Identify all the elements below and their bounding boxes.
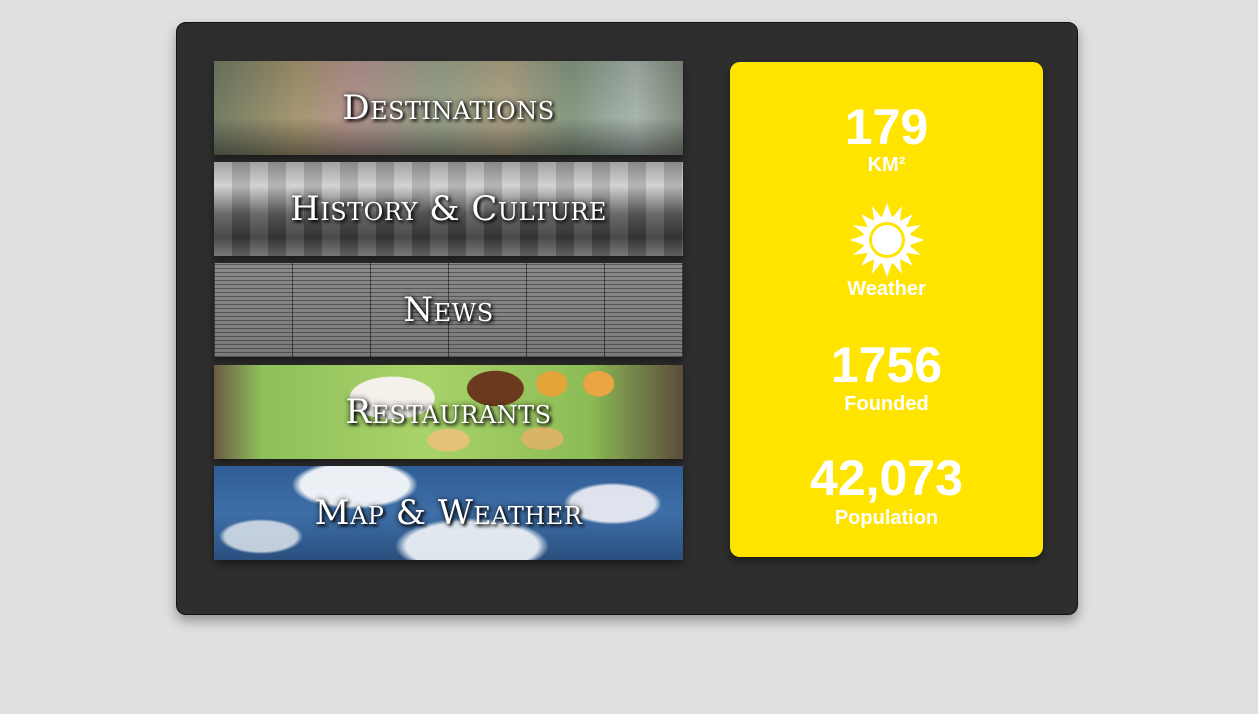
area-unit: KM² [867, 154, 906, 176]
city-stats-card: 179 KM² Weather 1756 Founded 42,073 Popu… [730, 62, 1043, 557]
main-panel: Destinations History & Culture News Rest… [176, 22, 1078, 615]
menu-tile-destinations[interactable]: Destinations [214, 61, 683, 155]
area-value: 179 [844, 99, 929, 155]
population-label: Population [834, 507, 939, 529]
menu-tile-restaurants[interactable]: Restaurants [214, 365, 683, 459]
menu-tile-label: News [403, 290, 494, 330]
menu-tile-label: Destinations [342, 88, 555, 128]
founded-value: 1756 [830, 337, 943, 393]
menu-tile-label: Restaurants [345, 392, 552, 432]
weather-label[interactable]: Weather [730, 278, 1043, 301]
sun-icon[interactable] [850, 203, 924, 277]
menu-tile-history-culture[interactable]: History & Culture [214, 162, 683, 256]
menu-tile-map-weather[interactable]: Map & Weather [214, 466, 683, 560]
menu-tile-news[interactable]: News [214, 263, 683, 357]
founded-label: Founded [844, 393, 929, 415]
menu-tile-label: History & Culture [290, 189, 607, 229]
menu-tile-label: Map & Weather [314, 493, 583, 533]
population-value: 42,073 [810, 450, 963, 506]
